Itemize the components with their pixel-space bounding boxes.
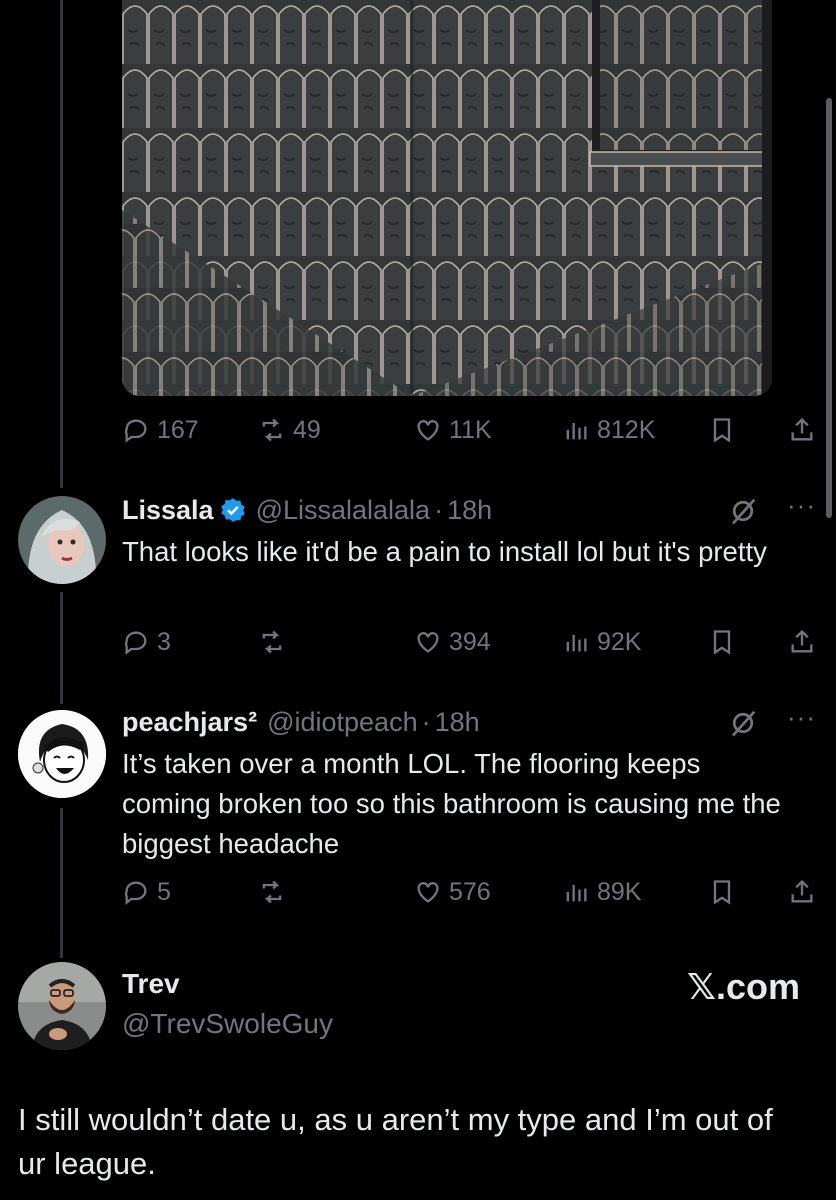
thread-line [60,808,63,958]
timestamp[interactable]: 18h [435,707,480,738]
like-count: 394 [449,627,491,656]
avatar-lissala[interactable] [18,496,106,584]
reply-action-bar: 5 576 89K [122,872,822,912]
display-name[interactable]: Trev [122,968,180,1000]
like-button[interactable]: 394 [414,622,491,662]
reply-button[interactable]: 167 [122,410,199,450]
share-icon [791,879,813,903]
repost-icon [262,418,282,442]
separator-dot: · [421,706,431,737]
repost-icon [262,630,282,654]
scrollbar[interactable] [826,98,832,518]
share-icon [791,417,813,441]
grok-icon[interactable] [728,708,758,738]
repost-button[interactable] [258,872,286,912]
post-action-bar: 167 49 11K 812K [122,410,822,450]
avatar-trev[interactable] [18,962,106,1050]
like-icon [417,420,439,441]
bookmark-button[interactable] [708,410,736,450]
like-button[interactable]: 576 [414,872,491,912]
thread-line [60,0,63,488]
reply-header: peachjars² @idiotpeach · 18h ··· [122,702,816,742]
like-icon [417,882,439,903]
like-count: 11K [449,415,492,444]
views-count: 812K [597,415,656,444]
reply-text: That looks like it'd be a pain to instal… [122,536,767,567]
avatar-peachjars[interactable] [18,710,106,798]
like-icon [417,632,439,653]
reply-count: 167 [157,415,199,444]
bookmark-icon [713,880,731,905]
repost-count: 49 [293,415,321,444]
reply-icon [124,631,147,655]
repost-icon [262,880,282,904]
separator-dot: · [434,494,444,525]
views-count: 92K [597,627,642,656]
post-text: I still wouldn’t date u, as u aren’t my … [18,1102,773,1181]
bookmark-button[interactable] [708,622,736,662]
avatar-image [18,962,106,1050]
user-handle[interactable]: @Lissalalalala [256,495,431,526]
share-button[interactable] [788,622,816,662]
views-icon [566,423,587,440]
repost-button[interactable] [258,622,286,662]
avatar-image [18,710,106,798]
reply-icon [124,419,147,443]
grok-icon[interactable] [728,496,758,526]
share-button[interactable] [788,872,816,912]
like-count: 576 [449,877,491,906]
tile-photo [122,0,772,396]
bookmark-icon [713,418,731,443]
share-icon [791,629,813,653]
reply-button[interactable]: 5 [122,872,171,912]
user-handle[interactable]: @idiotpeach [267,707,418,738]
views-button[interactable]: 812K [562,410,655,450]
display-name[interactable]: peachjars² [122,707,257,738]
more-icon[interactable]: ··· [787,490,816,521]
views-button[interactable]: 89K [562,872,641,912]
reply-count: 3 [157,627,171,656]
bookmark-icon [713,630,731,655]
timestamp[interactable]: 18h [447,495,492,526]
reply-icon [124,881,147,905]
display-name[interactable]: Lissala [122,495,214,526]
reply-action-bar: 3 394 92K [122,622,822,662]
like-button[interactable]: 11K [414,410,492,450]
reply-header: Lissala @Lissalalalala · 18h ··· [122,490,816,530]
repost-button[interactable]: 49 [258,410,321,450]
thread-line [60,592,63,704]
reply-text: It’s taken over a month LOL. The floorin… [122,748,781,859]
reply-count: 5 [157,877,171,906]
verified-badge-icon [220,498,245,522]
views-count: 89K [597,877,642,906]
post-media-image[interactable] [122,0,772,396]
bookmark-button[interactable] [708,872,736,912]
share-button[interactable] [788,410,816,450]
reply-button[interactable]: 3 [122,622,171,662]
avatar-image [18,496,106,584]
views-icon [566,885,587,902]
x-com-logo: 𝕏.com [686,966,800,1007]
page: 167 49 11K 812K Lissala @Lissalalalala ·… [0,0,836,1200]
views-button[interactable]: 92K [562,622,641,662]
views-icon [566,635,587,652]
user-handle[interactable]: @TrevSwoleGuy [122,1008,333,1040]
more-icon[interactable]: ··· [787,702,816,733]
